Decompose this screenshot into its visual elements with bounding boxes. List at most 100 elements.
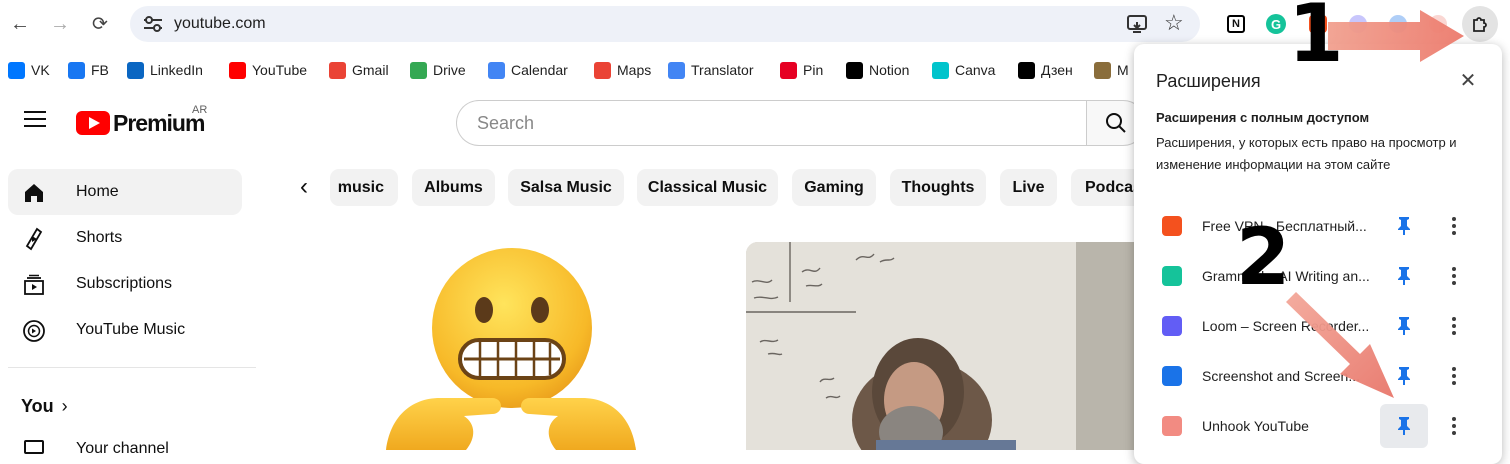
bookmark-item[interactable]: Translator [668,61,754,79]
address-bar[interactable]: youtube.com ☆ [130,6,1200,42]
filter-chip[interactable]: Salsa Music [508,169,624,206]
sidebar-label: YouTube Music [76,321,186,338]
bookmark-label: M [1117,62,1129,78]
grammarly-icon [1162,266,1182,286]
bookmark-item[interactable]: Pin [780,61,823,79]
pin-icon [1398,217,1410,235]
more-options-icon[interactable] [1442,414,1466,438]
hamburger-menu-icon[interactable] [24,111,46,129]
extensions-subheading: Расширения с полным доступом [1156,110,1370,125]
subscriptions-icon [22,273,46,297]
bookmark-item[interactable]: Canva [932,61,995,79]
youtube-music-icon [22,319,46,343]
forward-button[interactable]: → [46,10,74,38]
browser-toolbar: ← → ⟳ youtube.com ☆ N G [0,0,1510,50]
notion-icon [846,61,863,79]
chevron-right-icon: › [61,396,68,416]
pin-icon [1398,417,1410,435]
lecture-video-thumbnail[interactable] [746,242,1166,450]
filter-chip[interactable]: Thoughts [890,169,986,206]
bookmark-label: Дзен [1041,62,1073,78]
filter-chip[interactable]: music [330,169,398,206]
bookmark-item[interactable]: Calendar [488,61,568,79]
sidebar-label: Subscriptions [76,275,173,292]
bookmark-label: Drive [433,62,466,78]
search-input[interactable]: Search [456,100,1096,146]
back-button[interactable]: ← [6,10,34,38]
annotation-arrow-2 [1286,292,1394,398]
close-icon[interactable]: ✕ [1456,68,1480,92]
grammarly-ext-icon[interactable]: G [1264,12,1288,36]
bookmark-image-icon [1094,61,1111,79]
free-vpn-icon [1162,216,1182,236]
logo-text: Premium [113,109,205,136]
bookmark-item[interactable]: FB [68,61,109,79]
bookmark-item[interactable]: Дзен [1018,61,1073,79]
annotation-step-1: 1 [1288,0,1344,80]
sidebar-item-youtube-music[interactable]: YouTube Music [8,307,242,353]
bookmark-label: VK [31,62,50,78]
sidebar-item-your-channel[interactable]: Your channel [76,440,169,458]
bookmark-label: Translator [691,62,754,78]
more-options-icon[interactable] [1442,214,1466,238]
bookmark-label: LinkedIn [150,62,203,78]
bookmark-label: YouTube [252,62,308,78]
sidebar-item-home[interactable]: Home [8,169,242,215]
notion-ext-icon[interactable]: N [1224,12,1248,36]
annotation-arrow-1 [1328,10,1464,62]
filter-chip[interactable]: Live [1000,169,1057,206]
dzen-icon [1018,61,1035,79]
search-icon [1106,113,1126,133]
cast-icon[interactable] [1126,14,1148,34]
filter-chip[interactable]: Gaming [792,169,876,206]
bookmark-item[interactable]: M [1094,61,1129,79]
translator-icon [668,61,685,79]
search-placeholder: Search [477,113,535,133]
calendar-icon [488,61,505,79]
filter-chip[interactable]: Albums [412,169,495,206]
pin-button[interactable] [1380,404,1428,448]
site-settings-icon[interactable] [142,14,164,34]
bookmark-item[interactable]: Notion [846,61,909,79]
bookmark-item[interactable]: YouTube [229,61,307,79]
bookmark-label: Maps [617,62,652,78]
sidebar-item-subscriptions[interactable]: Subscriptions [8,261,242,307]
youtube-play-icon [76,111,110,135]
pinterest-icon [780,61,797,79]
shorts-icon [22,227,46,251]
reload-button[interactable]: ⟳ [86,10,114,38]
you-section-heading[interactable]: You › [21,396,68,417]
extension-row[interactable]: Free VPN - Бесплатный... [1134,202,1502,250]
extensions-description: Расширения, у которых есть право на прос… [1156,135,1457,172]
home-icon [22,181,46,205]
bookmark-star-icon[interactable]: ☆ [1164,10,1184,36]
grimace-emoji-thumbnail[interactable] [380,248,642,450]
bookmark-item[interactable]: VK [8,61,50,79]
screenshot-icon [1162,366,1182,386]
pin-button[interactable] [1380,204,1428,248]
gmail-icon [329,61,346,79]
bookmark-item[interactable]: LinkedIn [127,61,203,79]
more-options-icon[interactable] [1442,314,1466,338]
sidebar-item-shorts[interactable]: Shorts [8,215,242,261]
annotation-step-2: 2 [1236,213,1291,303]
bookmark-item[interactable]: Drive [410,61,466,79]
facebook-icon [68,61,85,79]
sidebar-label: Home [76,183,119,200]
vk-icon [8,61,25,79]
more-options-icon[interactable] [1442,364,1466,388]
bookmark-item[interactable]: Maps [594,61,651,79]
youtube-premium-logo[interactable]: Premium [76,109,205,137]
filter-chip[interactable]: Classical Music [637,169,778,206]
bookmark-item[interactable]: Gmail [329,61,389,79]
drive-icon [410,61,427,79]
youtube-icon [229,61,246,79]
sidebar-label: Shorts [76,229,123,246]
linkedin-icon [127,61,144,79]
extension-row[interactable]: Unhook YouTube [1134,402,1502,450]
maps-icon [594,61,611,79]
more-options-icon[interactable] [1442,264,1466,288]
extensions-panel-title: Расширения [1156,71,1261,91]
chips-prev-button[interactable]: ‹ [288,170,320,204]
logo-region: AR [192,104,208,116]
